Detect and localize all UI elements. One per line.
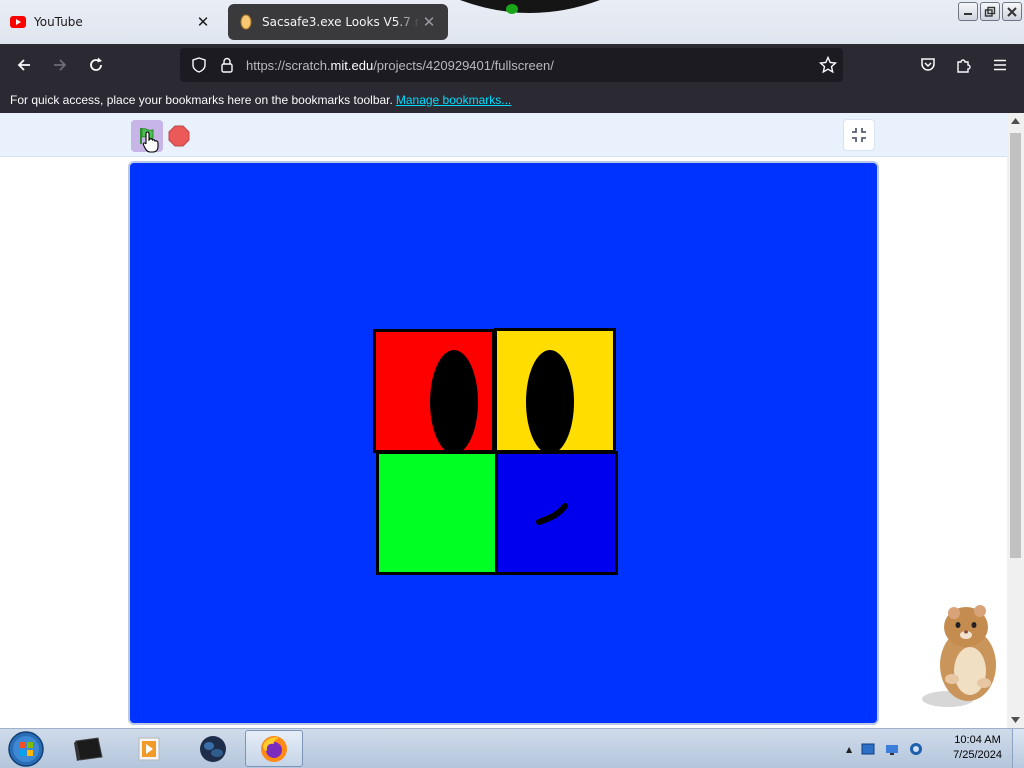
youtube-icon [10,14,26,30]
close-window-button[interactable] [1002,2,1022,21]
scrollbar-thumb[interactable] [1010,133,1021,558]
start-button[interactable] [5,730,47,768]
scroll-down-arrow-icon[interactable] [1007,712,1024,728]
hamster-image [922,605,996,707]
right-eye [526,350,574,454]
shield-icon[interactable] [184,57,214,73]
red-square [373,329,495,454]
globe-icon [200,735,226,762]
bookmark-star-icon[interactable] [818,55,838,78]
bookmarks-toolbar: For quick access, place your bookmarks h… [0,86,1024,113]
tab-title: YouTube [34,15,83,29]
taskbar-media-player[interactable] [120,730,178,767]
menu-button[interactable] [982,49,1018,81]
back-arrow-icon [17,59,30,71]
forward-arrow-icon [54,59,67,71]
reload-button[interactable] [78,49,114,81]
taskbar-terminal[interactable] [60,730,118,767]
lock-icon[interactable] [214,57,240,73]
tray-expand-icon[interactable]: ▲ [846,745,852,754]
page-scrollbar[interactable] [1007,113,1024,728]
address-bar[interactable]: https://scratch.mit.edu/projects/4209294… [180,48,843,82]
media-player-icon [138,737,160,760]
clock-date: 7/25/2024 [953,749,1002,761]
unfullscreen-icon [852,128,866,142]
pocket-button[interactable] [910,49,946,81]
scratch-fullscreen-page [0,113,1007,728]
decorative-scratch-shape [460,0,600,14]
puzzle-icon [957,59,971,73]
terminal-icon [74,736,103,761]
stage-controls-bar [0,113,1007,157]
navigation-toolbar: https://scratch.mit.edu/projects/4209294… [0,44,1024,86]
system-tray: ▲ [842,729,942,768]
close-tab-icon[interactable]: ✕ [420,13,438,31]
firefox-icon [261,735,287,762]
hamburger-icon [994,59,1006,71]
minimize-button[interactable] [958,2,978,21]
tab-youtube[interactable]: YouTube ✕ [0,4,222,40]
left-eye [430,350,478,454]
restore-button[interactable] [980,2,1000,21]
scroll-up-arrow-icon[interactable] [1007,113,1024,129]
scratch-cat-icon [238,14,254,30]
window-controls [958,2,1022,21]
network-icon[interactable] [884,741,900,757]
pocket-icon [921,58,935,71]
bookmarks-message: For quick access, place your bookmarks h… [10,92,393,107]
hand-cursor-icon [142,131,159,153]
taskbar-globe[interactable] [184,730,242,767]
clock-time: 10:04 AM [954,734,1001,746]
tab-scratch-project[interactable]: Sacsafe3.exe Looks V5.7 remix o ✕ [228,4,448,40]
yellow-square [494,328,616,454]
back-button[interactable] [6,49,42,81]
volume-icon[interactable] [908,741,924,757]
stop-button[interactable] [168,125,190,147]
extensions-button[interactable] [946,49,982,81]
windows-taskbar: ▲ 10:04 AM 7/25/2024 [0,728,1024,768]
url-text: https://scratch.mit.edu/projects/4209294… [246,57,554,73]
taskbar-firefox[interactable] [245,730,303,767]
tab-title: Sacsafe3.exe Looks V5.7 remix o [262,15,420,29]
mouth-curve [536,503,568,525]
project-stage[interactable] [128,161,879,725]
show-desktop-button[interactable] [1012,729,1024,768]
taskbar-clock[interactable]: 10:04 AM 7/25/2024 [953,733,1002,763]
green-square [376,451,498,575]
tab-strip: YouTube ✕ Sacsafe3.exe Looks V5.7 remix … [0,0,1024,44]
close-tab-icon[interactable]: ✕ [194,13,212,31]
reload-icon [90,57,102,71]
forward-button[interactable] [42,49,78,81]
bluetooth-monitor-icon[interactable] [860,741,876,757]
blue-square [495,451,618,575]
manage-bookmarks-link[interactable]: Manage bookmarks... [396,93,511,107]
exit-fullscreen-button[interactable] [843,119,875,151]
